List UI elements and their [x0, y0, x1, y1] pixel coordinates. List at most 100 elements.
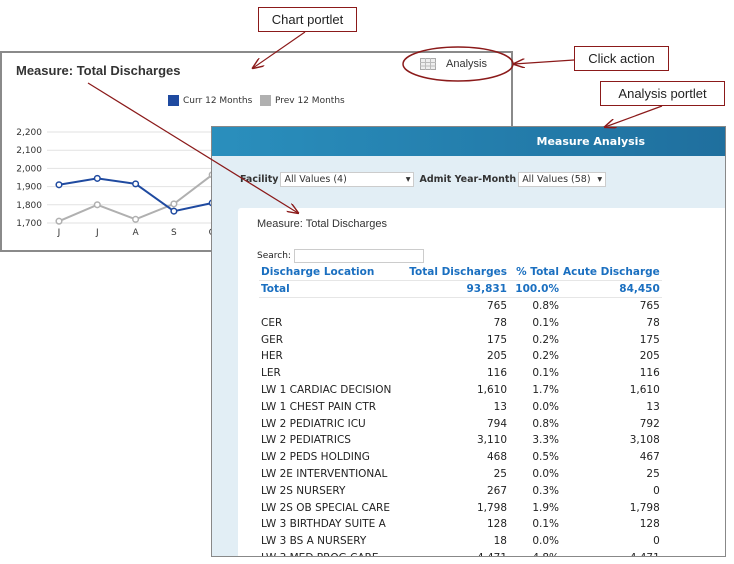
annotation-arrow: [514, 60, 575, 64]
table-cell: 0.8%: [532, 300, 559, 313]
table-cell: 765: [639, 300, 660, 313]
search-label: Search:: [257, 251, 291, 261]
legend-prev[interactable]: Prev 12 Months: [260, 95, 345, 106]
table-cell: 13: [646, 400, 660, 413]
table-cell: LW 1 CHEST PAIN CTR: [261, 400, 377, 413]
table-cell: 1.7%: [532, 383, 559, 396]
table-cell: 792: [639, 417, 660, 430]
table-cell: 4.8%: [509, 550, 561, 556]
table-row: LW 2 PEDIATRICS 3,110 3.3% 3,108: [259, 432, 662, 449]
dropdown-arrow-icon: ▾: [405, 174, 411, 185]
table-cell: 116: [639, 367, 660, 380]
table-cell: LW 2S OB SPECIAL CARE: [261, 501, 390, 514]
data-point[interactable]: [170, 207, 178, 215]
table-row: LW 1 CHEST PAIN CTR 13 0.0% 13: [259, 398, 662, 415]
legend-label: Curr 12 Months: [183, 95, 253, 106]
data-point[interactable]: [55, 217, 63, 225]
y-tick-label: 1,700: [16, 219, 42, 229]
table-cell: 175: [486, 333, 507, 346]
select-value: All Values (4): [284, 174, 347, 185]
annotation-arrow: [605, 105, 663, 127]
analysis-button[interactable]: Analysis: [420, 58, 487, 70]
table-cell: 18: [493, 535, 507, 548]
table-cell: 78: [493, 316, 507, 329]
x-tick-label: A: [133, 228, 140, 238]
select-value: All Values (58): [522, 174, 591, 185]
analysis-table: Discharge Location Total Discharges % To…: [259, 264, 662, 556]
admit-year-month-select[interactable]: All Values (58) ▾: [518, 172, 607, 187]
table-cell: 0.2%: [532, 350, 559, 363]
table-cell: HER: [261, 350, 283, 363]
table-cell: 794: [486, 417, 507, 430]
y-tick-label: 1,900: [16, 183, 42, 193]
table-cell: GER: [261, 333, 284, 346]
column-header-acute[interactable]: Acute Discharge: [561, 264, 662, 282]
data-point[interactable]: [132, 215, 140, 223]
table-cell: 468: [486, 451, 507, 464]
table-row: GER 175 0.2% 175: [259, 331, 662, 348]
table-cell: LW 2S NURSERY: [261, 484, 346, 497]
table-cell: LW 3 BS A NURSERY: [261, 535, 367, 548]
y-tick-label: 2,000: [16, 164, 42, 174]
table-row: 765 0.8% 765: [259, 298, 662, 315]
table-cell: CER: [261, 316, 283, 329]
search-box: Search:: [257, 249, 424, 263]
table-cell: 128: [639, 518, 660, 531]
table-row: LW 2E INTERVENTIONAL 25 0.0% 25: [259, 466, 662, 483]
table-cell: LER: [261, 367, 281, 380]
table-cell: 0.1%: [532, 316, 559, 329]
table-cell: 1,798: [476, 501, 507, 514]
y-tick-label: 2,200: [16, 128, 42, 138]
table-cell: 765: [486, 300, 507, 313]
table-cell: 25: [493, 467, 507, 480]
x-tick-label: S: [171, 228, 177, 238]
table-cell: 128: [486, 518, 507, 531]
column-header-total[interactable]: Total Discharges: [399, 264, 509, 282]
analysis-portlet: Measure Analysis Facility All Values (4)…: [211, 126, 726, 557]
table-cell: 0.0%: [532, 400, 559, 413]
table-cell: LW 3 BIRTHDAY SUITE A: [261, 518, 386, 531]
table-cell: 205: [639, 350, 660, 363]
table-cell: [259, 298, 399, 315]
table-cell: 25: [646, 467, 660, 480]
table-cell: 116: [486, 367, 507, 380]
table-row: LW 2 PEDS HOLDING 468 0.5% 467: [259, 449, 662, 466]
table-row: LW 3 MED PROG CARE4,4714.8%4,471: [259, 550, 662, 556]
legend-swatch: [168, 95, 179, 106]
table-cell: LW 2 PEDS HOLDING: [261, 451, 370, 464]
column-header-location[interactable]: Discharge Location: [259, 264, 399, 282]
table-row: LW 2S OB SPECIAL CARE 1,798 1.9% 1,798: [259, 499, 662, 516]
chart-title: Measure: Total Discharges: [16, 63, 181, 78]
table-cell: 0.5%: [532, 451, 559, 464]
table-cell: 1,798: [629, 501, 660, 514]
data-point[interactable]: [93, 201, 101, 209]
legend-curr[interactable]: Curr 12 Months: [168, 95, 252, 106]
table-total-row: Total 93,831 100.0% 84,450: [259, 280, 662, 299]
filter-bar: Facility All Values (4) ▾ Admit Year-Mont…: [240, 172, 611, 187]
table-cell: 0.8%: [532, 417, 559, 430]
analysis-table-panel: Measure: Total Discharges Search: Discha…: [238, 208, 725, 556]
facility-select[interactable]: All Values (4) ▾: [280, 172, 415, 187]
table-cell: 4,471: [399, 550, 509, 556]
column-header-pct[interactable]: % Total: [509, 264, 561, 282]
data-point[interactable]: [170, 200, 178, 208]
table-cell: 93,831: [399, 280, 509, 299]
data-point[interactable]: [93, 174, 101, 182]
data-point[interactable]: [55, 181, 63, 189]
y-tick-label: 1,800: [16, 201, 42, 211]
table-cell: 267: [486, 484, 507, 497]
table-cell: 3,108: [629, 434, 660, 447]
search-input[interactable]: [293, 249, 424, 263]
table-cell: LW 3 MED PROG CARE: [259, 550, 399, 556]
table-cell: 0.0%: [532, 467, 559, 480]
data-point[interactable]: [132, 180, 140, 188]
table-cell: 0.2%: [532, 333, 559, 346]
analysis-button-label: Analysis: [446, 58, 487, 70]
callout-click-action: Click action: [574, 46, 669, 71]
table-row: LW 1 CARDIAC DECISION 1,610 1.7% 1,610: [259, 382, 662, 399]
table-cell: 78: [646, 316, 660, 329]
table-cell: 0: [653, 484, 660, 497]
table-cell: LW 2E INTERVENTIONAL: [261, 467, 388, 480]
table-cell: LW 1 CARDIAC DECISION: [261, 383, 392, 396]
table-cell: 1,610: [476, 383, 507, 396]
